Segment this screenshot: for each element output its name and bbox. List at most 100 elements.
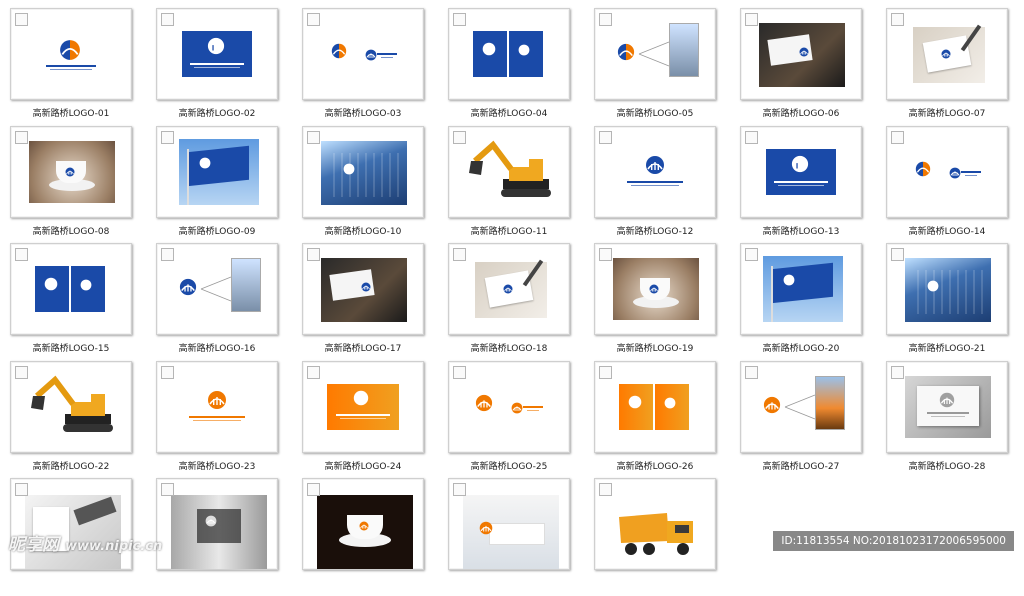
thumbnail-item[interactable]: 高新路桥LOGO-10: [302, 125, 426, 244]
thumbnail-item[interactable]: 高新路桥LOGO-04: [448, 8, 572, 126]
thumbnail-item[interactable]: 高新路桥LOGO-08: [10, 125, 134, 244]
select-checkbox[interactable]: [15, 248, 28, 261]
select-checkbox[interactable]: [599, 13, 612, 26]
thumbnail-item[interactable]: 高新路桥LOGO-03: [302, 8, 426, 126]
thumbnail-item[interactable]: 高新路桥LOGO-25: [448, 360, 572, 479]
thumbnail-item[interactable]: 高新路桥LOGO-15: [10, 243, 134, 361]
thumbnail-item[interactable]: 高新路桥LOGO-07: [886, 8, 1010, 126]
select-checkbox[interactable]: [161, 13, 174, 26]
thumbnail-preview[interactable]: [740, 360, 862, 453]
thumbnail-item[interactable]: 高新路桥LOGO-12: [594, 125, 718, 244]
thumbnail-preview[interactable]: [302, 8, 424, 100]
select-checkbox[interactable]: [453, 13, 466, 26]
select-checkbox[interactable]: [161, 483, 174, 496]
thumbnail-item[interactable]: 高新路桥LOGO-18: [448, 243, 572, 361]
thumbnail-item[interactable]: 高新路桥LOGO-28: [886, 360, 1010, 479]
thumbnail-preview[interactable]: [156, 478, 278, 570]
thumbnail-caption[interactable]: 高新路桥LOGO-11: [448, 224, 570, 237]
thumbnail-item[interactable]: 高新路桥LOGO-26: [594, 360, 718, 479]
thumbnail-caption[interactable]: 高新路桥LOGO-14: [886, 224, 1008, 237]
thumbnail-item[interactable]: 高新路桥LOGO-16: [156, 243, 280, 361]
thumbnail-preview[interactable]: [10, 360, 132, 453]
thumbnail-item[interactable]: 高新路桥LOGO-24: [302, 360, 426, 479]
thumbnail-preview[interactable]: [10, 125, 132, 218]
thumbnail-caption[interactable]: 高新路桥LOGO-26: [594, 459, 716, 472]
thumbnail-preview[interactable]: [740, 125, 862, 218]
thumbnail-item[interactable]: 高新路桥LOGO-09: [156, 125, 280, 244]
thumbnail-preview[interactable]: [302, 478, 424, 570]
select-checkbox[interactable]: [307, 365, 320, 379]
thumbnail-preview[interactable]: [740, 243, 862, 335]
thumbnail-preview[interactable]: [448, 8, 570, 100]
thumbnail-preview[interactable]: [886, 8, 1008, 100]
select-checkbox[interactable]: [15, 13, 28, 26]
thumbnail-caption[interactable]: 高新路桥LOGO-08: [10, 224, 132, 237]
thumbnail-item[interactable]: 高新路桥LOGO-01: [10, 8, 134, 126]
thumbnail-item[interactable]: 高新路桥LOGO-05: [594, 8, 718, 126]
thumbnail-caption[interactable]: 高新路桥LOGO-02: [156, 106, 278, 119]
thumbnail-preview[interactable]: [594, 360, 716, 453]
thumbnail-caption[interactable]: 高新路桥LOGO-25: [448, 459, 570, 472]
select-checkbox[interactable]: [15, 130, 28, 144]
thumbnail-caption[interactable]: 高新路桥LOGO-24: [302, 459, 424, 472]
thumbnail-caption[interactable]: 高新路桥LOGO-28: [886, 459, 1008, 472]
thumbnail-preview[interactable]: [448, 360, 570, 453]
thumbnail-item[interactable]: [302, 478, 426, 596]
thumbnail-item[interactable]: 高新路桥LOGO-02: [156, 8, 280, 126]
thumbnail-preview[interactable]: [448, 125, 570, 218]
thumbnail-caption[interactable]: 高新路桥LOGO-22: [10, 459, 132, 472]
thumbnail-preview[interactable]: [10, 8, 132, 100]
thumbnail-caption[interactable]: 高新路桥LOGO-19: [594, 341, 716, 354]
thumbnail-preview[interactable]: [594, 8, 716, 100]
thumbnail-item[interactable]: 高新路桥LOGO-19: [594, 243, 718, 361]
thumbnail-caption[interactable]: 高新路桥LOGO-13: [740, 224, 862, 237]
select-checkbox[interactable]: [891, 365, 904, 379]
thumbnail-caption[interactable]: 高新路桥LOGO-09: [156, 224, 278, 237]
thumbnail-item[interactable]: [156, 478, 280, 596]
thumbnail-caption[interactable]: 高新路桥LOGO-10: [302, 224, 424, 237]
thumbnail-caption[interactable]: 高新路桥LOGO-01: [10, 106, 132, 119]
select-checkbox[interactable]: [307, 130, 320, 144]
thumbnail-caption[interactable]: 高新路桥LOGO-16: [156, 341, 278, 354]
thumbnail-preview[interactable]: [886, 125, 1008, 218]
thumbnail-item[interactable]: 高新路桥LOGO-22: [10, 360, 134, 479]
select-checkbox[interactable]: [599, 365, 612, 379]
thumbnail-preview[interactable]: [156, 243, 278, 335]
thumbnail-preview[interactable]: [10, 478, 132, 570]
select-checkbox[interactable]: [453, 130, 466, 144]
select-checkbox[interactable]: [453, 483, 466, 496]
select-checkbox[interactable]: [453, 365, 466, 379]
select-checkbox[interactable]: [15, 483, 28, 496]
thumbnail-preview[interactable]: [594, 125, 716, 218]
thumbnail-caption[interactable]: 高新路桥LOGO-18: [448, 341, 570, 354]
select-checkbox[interactable]: [745, 365, 758, 379]
thumbnail-preview[interactable]: [740, 8, 862, 100]
thumbnail-caption[interactable]: 高新路桥LOGO-03: [302, 106, 424, 119]
thumbnail-caption[interactable]: 高新路桥LOGO-21: [886, 341, 1008, 354]
thumbnail-item[interactable]: 高新路桥LOGO-13: [740, 125, 864, 244]
select-checkbox[interactable]: [161, 248, 174, 261]
select-checkbox[interactable]: [307, 483, 320, 496]
thumbnail-preview[interactable]: [302, 243, 424, 335]
thumbnail-item[interactable]: 高新路桥LOGO-17: [302, 243, 426, 361]
select-checkbox[interactable]: [745, 248, 758, 261]
select-checkbox[interactable]: [745, 13, 758, 26]
thumbnail-item[interactable]: 高新路桥LOGO-23: [156, 360, 280, 479]
thumbnail-preview[interactable]: [156, 8, 278, 100]
thumbnail-item[interactable]: 高新路桥LOGO-14: [886, 125, 1010, 244]
thumbnail-caption[interactable]: 高新路桥LOGO-17: [302, 341, 424, 354]
select-checkbox[interactable]: [15, 365, 28, 379]
thumbnail-caption[interactable]: 高新路桥LOGO-07: [886, 106, 1008, 119]
thumbnail-preview[interactable]: [448, 478, 570, 570]
thumbnail-caption[interactable]: 高新路桥LOGO-05: [594, 106, 716, 119]
thumbnail-item[interactable]: [594, 478, 718, 596]
select-checkbox[interactable]: [161, 130, 174, 144]
thumbnail-preview[interactable]: [594, 478, 716, 570]
thumbnail-caption[interactable]: 高新路桥LOGO-27: [740, 459, 862, 472]
select-checkbox[interactable]: [161, 365, 174, 379]
thumbnail-preview[interactable]: [10, 243, 132, 335]
thumbnail-item[interactable]: 高新路桥LOGO-27: [740, 360, 864, 479]
select-checkbox[interactable]: [891, 13, 904, 26]
thumbnail-caption[interactable]: 高新路桥LOGO-15: [10, 341, 132, 354]
thumbnail-preview[interactable]: [302, 360, 424, 453]
